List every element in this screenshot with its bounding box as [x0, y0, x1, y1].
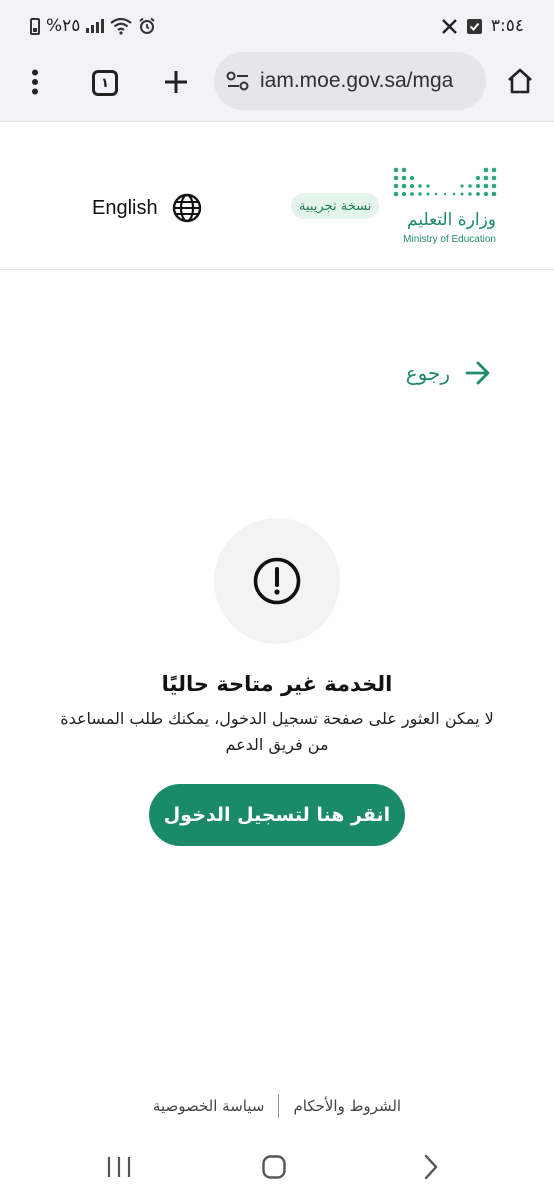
tab-count: ١ — [92, 70, 118, 96]
error-message: لا يمكن العثور على صفحة تسجيل الدخول، يم… — [60, 709, 494, 754]
new-tab-icon[interactable] — [160, 66, 192, 98]
language-switcher[interactable]: English — [92, 193, 202, 223]
alarm-icon — [139, 17, 156, 34]
tab-switcher-button[interactable]: ١ — [90, 68, 120, 98]
menu-kebab-icon[interactable] — [22, 66, 48, 98]
home-nav-icon[interactable] — [254, 1152, 294, 1182]
wifi-icon — [110, 17, 133, 35]
footer: الشروط والأحكام سياسة الخصوصية — [0, 1092, 554, 1120]
privacy-link[interactable]: سياسة الخصوصية — [139, 1097, 279, 1115]
battery-icon — [30, 17, 40, 35]
footer-divider — [278, 1094, 280, 1118]
url-text: iam.moe.gov.sa/mga — [260, 69, 454, 92]
arrow-right-icon — [465, 361, 490, 385]
moe-logo: وزارة التعليم Ministry of Education — [390, 166, 500, 246]
status-right: ٣:٥٤ — [441, 14, 524, 38]
clock: ٣:٥٤ — [490, 16, 524, 36]
back-nav-icon[interactable] — [410, 1152, 450, 1182]
address-bar[interactable]: iam.moe.gov.sa/mga — [214, 52, 486, 110]
exclamation-icon — [253, 557, 301, 605]
logo-english-text: Ministry of Education — [403, 234, 496, 245]
error-icon-circle — [214, 518, 340, 644]
status-left: %٢٥ — [30, 14, 156, 38]
back-link[interactable]: رجوع — [406, 360, 492, 386]
back-label: رجوع — [405, 361, 450, 385]
check-square-icon — [466, 18, 482, 34]
error-title: الخدمة غير متاحة حاليًا — [161, 672, 393, 696]
logo-arabic-text: وزارة التعليم — [407, 210, 496, 230]
logo-dots-icon — [393, 167, 497, 197]
signal-icon — [86, 19, 105, 33]
system-nav-bar — [0, 1140, 554, 1200]
terms-link[interactable]: الشروط والأحكام — [279, 1097, 415, 1115]
x-icon — [442, 18, 457, 34]
recent-apps-icon[interactable] — [99, 1152, 139, 1182]
language-label: English — [92, 196, 158, 219]
home-icon[interactable] — [503, 64, 537, 98]
status-bar: %٢٥ ٣:٥٤ — [0, 0, 554, 52]
battery-percent: %٢٥ — [46, 16, 81, 36]
beta-badge: نسخة تجريبية — [291, 193, 380, 219]
globe-icon — [172, 193, 201, 223]
site-settings-icon[interactable] — [226, 70, 250, 92]
login-button[interactable]: انقر هنا لتسجيل الدخول — [149, 784, 405, 846]
site-header: English نسخة تجريبية وزارة التعليم Minis… — [0, 123, 554, 270]
browser-toolbar: ١ iam.moe.gov.sa/mga — [0, 52, 554, 122]
